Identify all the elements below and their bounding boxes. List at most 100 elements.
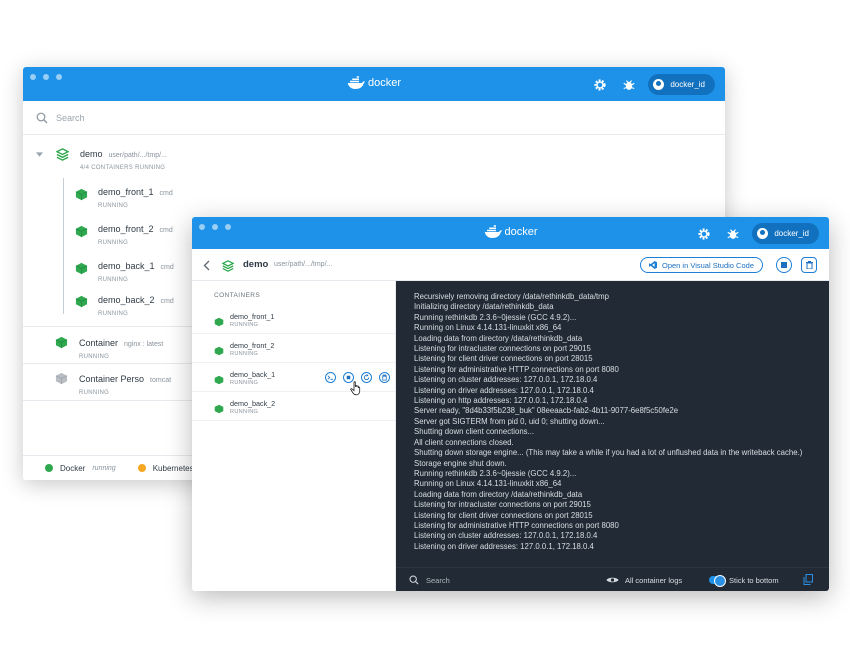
service-tag: cmd [159,227,173,234]
container-status: RUNNING [230,351,259,357]
container-tag: tomcat [150,377,172,384]
troubleshoot-bug-icon[interactable] [619,75,638,94]
container-cube-icon [214,372,224,390]
close-dot[interactable] [30,74,36,80]
trash-icon [382,374,387,381]
container-cube-icon [55,336,68,354]
log-line: Listening for intracluster connections o… [414,344,591,354]
close-dot[interactable] [199,224,205,230]
user-account-button[interactable]: docker_id [648,74,715,95]
stack-icon [55,148,70,166]
service-status: RUNNING [98,277,129,283]
container-status: RUNNING [79,390,110,396]
front-titlebar: docker docker_id [192,217,829,249]
docker-state: running [92,464,116,472]
delete-button[interactable] [801,257,817,273]
log-line: Listening on driver addresses: 127.0.0.1… [414,541,594,551]
settings-gear-icon[interactable] [590,75,609,94]
log-line: Listening for client driver connections … [414,354,593,364]
vscode-icon [648,261,657,269]
maximize-dot[interactable] [225,224,231,230]
delete-action-button[interactable] [379,372,390,383]
window-controls[interactable] [199,224,231,230]
whale-icon [484,225,502,238]
eye-icon[interactable] [606,576,619,584]
log-line: Listening on http addresses: 127.0.0.1, … [414,396,588,406]
user-account-button[interactable]: docker_id [752,223,819,244]
minimize-dot[interactable] [212,224,218,230]
all-container-logs-label[interactable]: All container logs [625,576,682,585]
brand-text: docker [504,226,538,238]
log-line: Shutting down storage engine... (This ma… [414,448,803,458]
app-status: 4/4 CONTAINERS RUNNING [80,165,166,171]
search-placeholder: Search [56,112,85,123]
container-list-item[interactable]: demo_front_2 RUNNING [192,334,395,363]
log-line: Initializing directory /data/rethinkdb_d… [414,302,554,312]
troubleshoot-bug-icon[interactable] [723,224,742,243]
container-cube-icon [75,262,88,280]
log-line: Listening on driver addresses: 127.0.0.1… [414,385,594,395]
app-demo-row[interactable]: demo user/path/.../tmp/... 4/4 CONTAINERS… [23,143,725,177]
container-cube-icon [214,314,224,332]
back-arrow-icon[interactable] [203,260,210,271]
settings-gear-icon[interactable] [694,224,713,243]
stop-icon [781,262,787,268]
copy-icon[interactable] [803,574,813,585]
container-name: demo_front_2 [230,341,275,350]
docker-label: Docker [60,463,86,473]
stack-icon [221,259,235,277]
minimize-dot[interactable] [43,74,49,80]
whale-icon [347,76,365,89]
log-search-input[interactable]: Search [426,576,450,585]
restart-action-button[interactable] [361,372,372,383]
app-path: user/path/.../tmp/... [108,152,167,159]
search-input[interactable]: Search [23,101,725,135]
chevron-down-icon[interactable] [36,152,43,157]
log-line: Loading data from directory /data/rethin… [414,489,583,499]
container-cube-icon [75,188,88,206]
service-name: demo_front_1 [98,187,154,197]
log-output[interactable]: Recursively removing directory /data/ret… [396,281,829,567]
container-cube-icon [75,225,88,243]
service-status: RUNNING [98,240,129,246]
service-tag: cmd [159,190,173,197]
log-line: Listening on cluster addresses: 127.0.0.… [414,531,598,541]
container-list-item[interactable]: demo_front_1 RUNNING [192,305,395,334]
container-list-item[interactable]: demo_back_2 RUNNING [192,392,395,421]
cli-action-button[interactable] [325,372,336,383]
kubernetes-status-dot [137,464,146,472]
containers-panel: CONTAINERS demo_front_1 RUNNING demo_fro… [192,281,396,591]
service-name: demo_front_2 [98,224,154,234]
window-controls[interactable] [30,74,62,80]
log-line: All client connections closed. [414,437,514,447]
service-status: RUNNING [98,311,129,317]
docker-logo: docker [347,76,401,90]
trash-icon [805,261,813,269]
container-status: RUNNING [230,380,259,386]
container-cube-icon [214,343,224,361]
log-line: Recursively removing directory /data/ret… [414,292,610,301]
service-status: RUNNING [98,203,129,209]
open-in-vscode-button[interactable]: Open in Visual Studio Code [639,257,763,273]
log-line: Server got SIGTERM from pid 0, uid 0; sh… [414,416,605,426]
terminal-icon [327,375,334,380]
container-list-item[interactable]: demo_back_1 RUNNING [192,363,395,396]
log-line: Running on Linux 4.14.131-linuxkit x86_6… [414,479,562,489]
container-name: Container [79,338,119,348]
stick-to-bottom-label: Stick to bottom [729,576,779,585]
log-line: Running on Linux 4.14.131-linuxkit x86_6… [414,323,562,333]
container-name: demo_back_2 [230,399,276,408]
brand-text: docker [367,77,402,89]
kubernetes-label: Kubernetes [152,463,194,473]
maximize-dot[interactable] [56,74,62,80]
search-icon [36,112,48,123]
log-line: Storage engine shut down. [414,458,507,468]
app-name: demo [243,259,269,270]
stick-to-bottom-toggle[interactable] [709,575,726,587]
stop-button[interactable] [776,257,792,273]
log-line: Listening for administrative HTTP connec… [414,364,619,374]
container-cube-icon [75,295,88,313]
service-row[interactable]: demo_front_1 cmd RUNNING [23,179,725,216]
log-line: Listening on cluster addresses: 127.0.0.… [414,375,598,385]
service-name: demo_back_2 [98,295,155,305]
